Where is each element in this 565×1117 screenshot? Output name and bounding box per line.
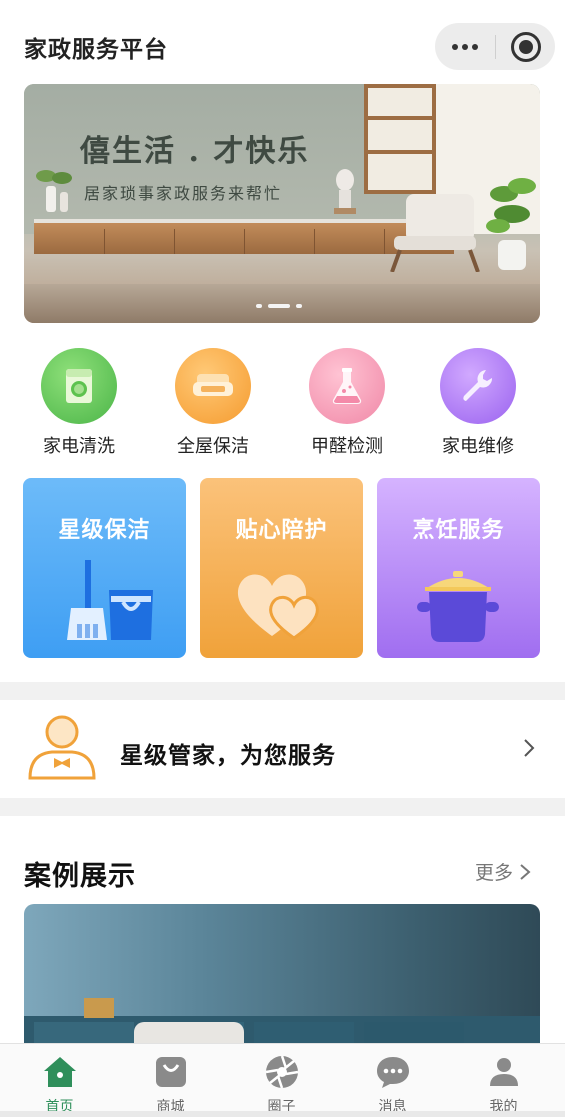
user-icon — [490, 1058, 518, 1086]
category-label: 家电清洗 — [43, 436, 115, 457]
banner-shelf — [364, 84, 436, 194]
tab-mall[interactable]: 商城 — [114, 1044, 227, 1117]
banner-subtitle: 居家琐事家政服务来帮忙 — [84, 184, 283, 203]
butler-service-text: 星级管家，为您服务 — [120, 743, 336, 769]
washing-machine-icon — [41, 348, 117, 424]
category-row: 家电清洗 全屋保洁 甲醛检测 家电维修 — [0, 348, 565, 460]
tab-messages[interactable]: 消息 — [336, 1044, 449, 1117]
cases-more-link[interactable]: 更多 — [475, 858, 531, 885]
tab-home[interactable]: 首页 — [3, 1044, 116, 1117]
category-appliance-repair[interactable]: 家电维修 — [423, 348, 533, 458]
category-formaldehyde-testing[interactable]: 甲醛检测 — [292, 348, 402, 458]
screen-bottom-edge — [0, 1111, 565, 1117]
service-card-cooking[interactable]: 烹饪服务 — [377, 478, 540, 658]
flask-icon — [309, 348, 385, 424]
shopping-bag-icon — [156, 1057, 186, 1087]
case-showcase-image[interactable] — [24, 904, 540, 1054]
sofa-icon — [175, 348, 251, 424]
chevron-right-icon — [520, 864, 531, 880]
chat-bubble-icon — [377, 1057, 409, 1088]
carousel-dot — [296, 304, 302, 308]
category-whole-house-cleaning[interactable]: 全屋保洁 — [158, 348, 268, 458]
butler-service-row[interactable]: 星级管家，为您服务 — [0, 700, 565, 798]
carousel-indicator — [256, 304, 302, 308]
plant-illustration — [486, 178, 536, 270]
app-title: 家政服务平台 — [24, 37, 168, 63]
aperture-icon — [265, 1055, 299, 1089]
home-icon — [44, 1057, 76, 1087]
top-bar: 家政服务平台 — [0, 0, 565, 84]
carousel-dot-active — [268, 304, 290, 308]
tab-profile[interactable]: 我的 — [447, 1044, 560, 1117]
section-divider — [0, 798, 565, 816]
cases-more-label: 更多 — [475, 862, 514, 884]
category-appliance-cleaning[interactable]: 家电清洗 — [24, 348, 134, 458]
section-divider — [0, 682, 565, 700]
small-plant-illustration — [36, 170, 72, 212]
bottom-tab-bar: 首页 商城 圈子 消息 我的 — [0, 1043, 565, 1117]
broom-bucket-icon — [67, 560, 153, 640]
butler-icon — [28, 715, 96, 780]
service-card-star-cleaning[interactable]: 星级保洁 — [23, 478, 186, 658]
cooking-pot-icon — [417, 571, 499, 642]
hearts-icon — [237, 574, 319, 640]
bust-illustration — [334, 169, 356, 214]
chevron-right-icon — [524, 739, 535, 757]
category-label: 家电维修 — [442, 436, 514, 457]
more-dots-icon[interactable] — [435, 23, 495, 70]
wrench-icon — [440, 348, 516, 424]
category-label: 全屋保洁 — [177, 436, 249, 457]
chair-illustration — [390, 194, 480, 272]
cases-section-title: 案例展示 — [24, 861, 136, 892]
mini-program-capsule — [435, 23, 555, 70]
category-label: 甲醛检测 — [311, 436, 383, 457]
banner-carousel[interactable]: 僖生活 . 才快乐 居家琐事家政服务来帮忙 — [24, 84, 540, 323]
service-card-caring-companion[interactable]: 贴心陪护 — [200, 478, 363, 658]
carousel-dot — [256, 304, 262, 308]
target-close-icon[interactable] — [496, 23, 555, 70]
banner-title: 僖生活 . 才快乐 — [80, 134, 310, 169]
case-room-illustration — [24, 998, 540, 1054]
tab-circle[interactable]: 圈子 — [225, 1044, 338, 1117]
